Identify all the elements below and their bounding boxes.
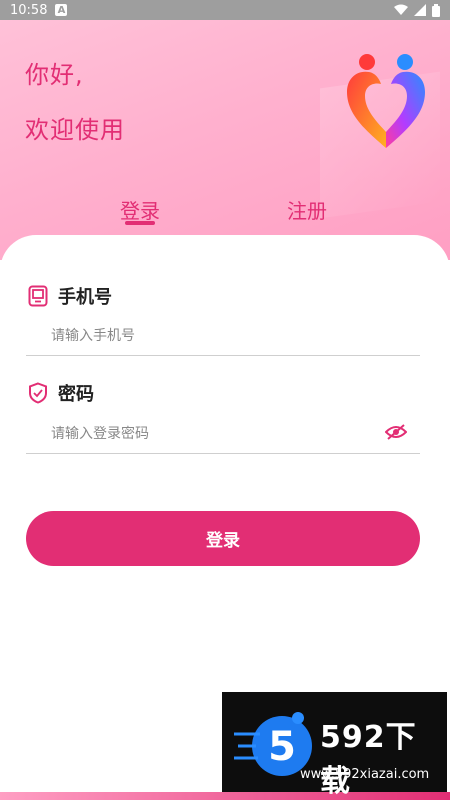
status-time: 10:58: [10, 2, 48, 18]
password-input[interactable]: [26, 414, 420, 454]
shield-icon: [29, 382, 47, 404]
watermark-logo-digit: 5: [268, 724, 296, 770]
password-field-label: 密码: [28, 380, 94, 406]
signal-icon: [414, 4, 426, 16]
greeting-line-1: 你好,: [25, 61, 84, 89]
phone-input[interactable]: [26, 316, 420, 356]
battery-icon: [432, 3, 440, 17]
eye-off-icon[interactable]: [385, 424, 407, 440]
auth-tabs: 登录 注册: [0, 195, 450, 230]
watermark-url: www.592xiazai.com: [300, 767, 430, 782]
watermark-title: 592下载: [320, 720, 417, 799]
tab-login[interactable]: 登录: [120, 195, 160, 224]
greeting-line-2: 欢迎使用: [25, 116, 125, 144]
login-button[interactable]: 登录: [26, 511, 420, 566]
tab-register[interactable]: 注册: [287, 195, 327, 224]
watermark: 5 592下载 www.592xiazai.com: [222, 692, 447, 799]
status-bar: 10:58 A: [0, 0, 450, 20]
couple-heart-logo: [347, 54, 425, 148]
phone-icon: [28, 285, 48, 307]
password-label-text: 密码: [58, 384, 94, 405]
active-tab-indicator: [125, 221, 155, 225]
phone-label-text: 手机号: [58, 287, 112, 308]
app-notification-icon: A: [55, 4, 68, 16]
wifi-icon: [394, 4, 408, 15]
phone-field-label: 手机号: [28, 283, 112, 309]
